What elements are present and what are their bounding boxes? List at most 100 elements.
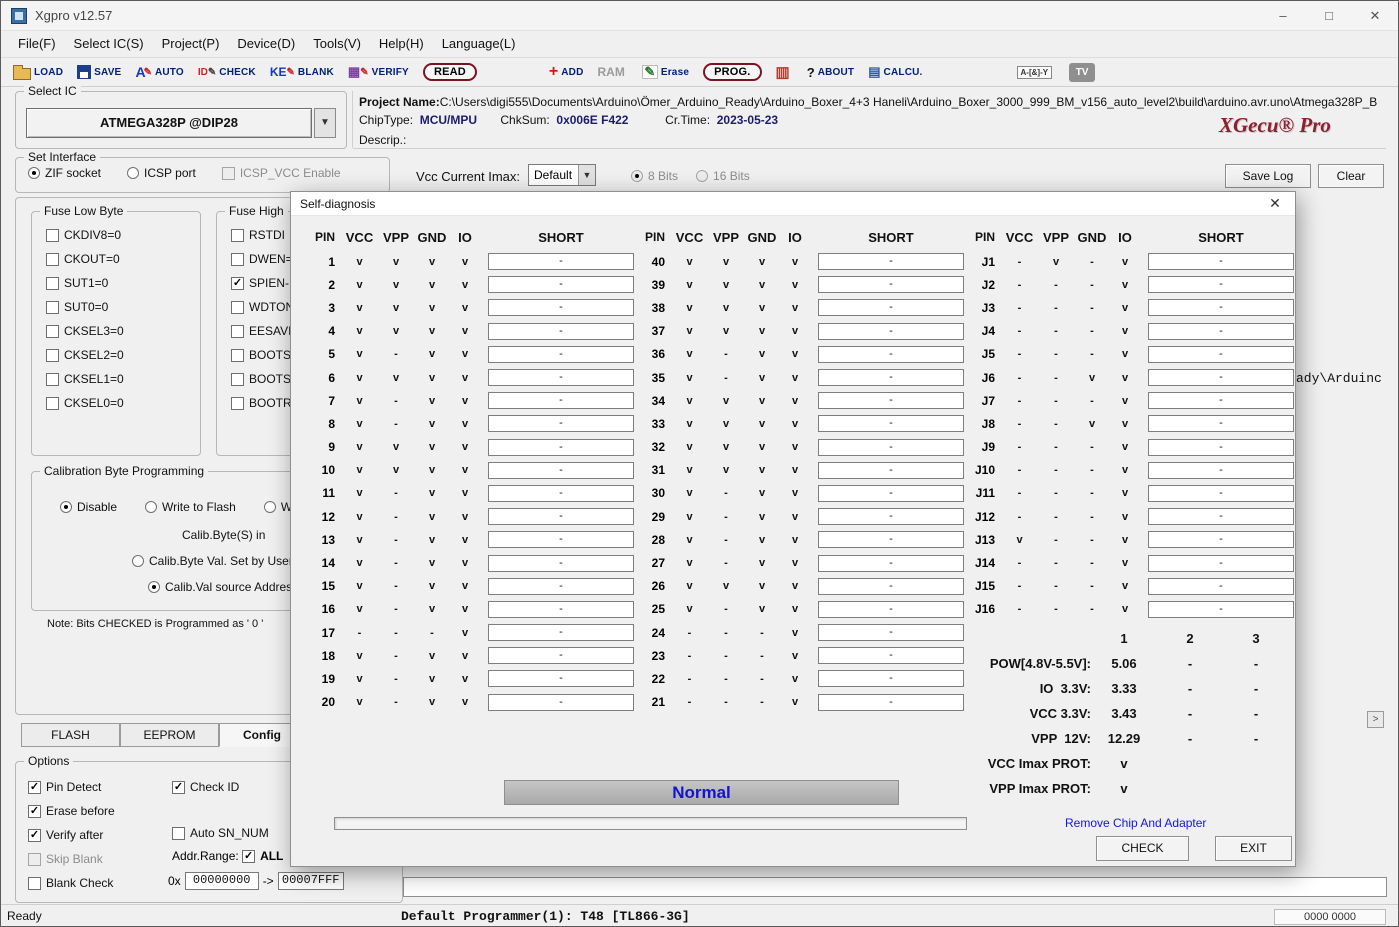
tab-flash[interactable]: FLASH: [21, 723, 120, 747]
short-status-field[interactable]: -: [1148, 392, 1294, 409]
checkbox-dwen[interactable]: DWEN=: [231, 252, 298, 266]
short-status-field[interactable]: -: [818, 624, 964, 641]
checkbox-ckdiv8-0[interactable]: CKDIV8=0: [46, 228, 124, 242]
radio-zif-socket[interactable]: ZIF socket: [28, 166, 101, 180]
short-status-field[interactable]: -: [488, 531, 634, 548]
short-status-field[interactable]: -: [1148, 299, 1294, 316]
radio-disable[interactable]: Disable: [60, 500, 117, 514]
short-status-field[interactable]: -: [818, 392, 964, 409]
blank-button[interactable]: KEBLANK: [270, 65, 334, 79]
checkbox-cksel1-0[interactable]: CKSEL1=0: [46, 372, 124, 386]
short-status-field[interactable]: -: [488, 439, 634, 456]
checkbox-cksel3-0[interactable]: CKSEL3=0: [46, 324, 124, 338]
checkbox-blank-check[interactable]: Blank Check: [28, 876, 115, 890]
short-status-field[interactable]: -: [488, 670, 634, 687]
verify-button[interactable]: ▦VERIFY: [348, 64, 409, 80]
logic-button[interactable]: A-[&]-Y: [1017, 66, 1056, 79]
short-status-field[interactable]: -: [1148, 369, 1294, 386]
checkbox-ckout-0[interactable]: CKOUT=0: [46, 252, 124, 266]
short-status-field[interactable]: -: [488, 555, 634, 572]
short-status-field[interactable]: -: [818, 369, 964, 386]
short-status-field[interactable]: -: [818, 670, 964, 687]
remove-chip-link[interactable]: Remove Chip And Adapter: [1065, 816, 1206, 830]
selected-chip-button[interactable]: ATMEGA328P @DIP28: [26, 108, 312, 138]
short-status-field[interactable]: -: [488, 485, 634, 502]
short-status-field[interactable]: -: [488, 276, 634, 293]
radio-calib-val-source-address[interactable]: Calib.Val source Address :: [148, 580, 305, 594]
save-button[interactable]: SAVE: [77, 65, 121, 79]
read-button[interactable]: READ: [423, 63, 477, 81]
short-status-field[interactable]: -: [1148, 485, 1294, 502]
menu-item-project-p[interactable]: Project(P): [153, 31, 229, 57]
menu-item-language-l[interactable]: Language(L): [433, 31, 525, 57]
checkbox-verify-after[interactable]: Verify after: [28, 828, 115, 842]
short-status-field[interactable]: -: [1148, 578, 1294, 595]
ram-button[interactable]: RAMRAM: [598, 65, 628, 79]
short-status-field[interactable]: -: [818, 415, 964, 432]
short-status-field[interactable]: -: [818, 346, 964, 363]
short-status-field[interactable]: -: [1148, 601, 1294, 618]
menu-item-file-f[interactable]: File(F): [9, 31, 65, 57]
short-status-field[interactable]: -: [818, 555, 964, 572]
prog-button[interactable]: PROG.: [703, 63, 761, 81]
radio-write-to-flash[interactable]: Write to Flash: [145, 500, 236, 514]
addr-all-checkbox[interactable]: [242, 850, 255, 863]
checkbox-sut1-0[interactable]: SUT1=0: [46, 276, 124, 290]
short-status-field[interactable]: -: [1148, 531, 1294, 548]
auto-button[interactable]: AAUTO: [135, 64, 183, 80]
checkbox-boots[interactable]: BOOTS: [231, 348, 298, 362]
clear-button[interactable]: Clear: [1318, 164, 1384, 188]
short-status-field[interactable]: -: [1148, 462, 1294, 479]
short-status-field[interactable]: -: [488, 392, 634, 409]
short-status-field[interactable]: -: [488, 694, 634, 711]
short-status-field[interactable]: -: [488, 508, 634, 525]
short-status-field[interactable]: -: [488, 415, 634, 432]
checkbox-erase-before[interactable]: Erase before: [28, 804, 115, 818]
load-button[interactable]: LOAD: [13, 65, 63, 80]
short-status-field[interactable]: -: [488, 299, 634, 316]
short-status-field[interactable]: -: [1148, 508, 1294, 525]
short-status-field[interactable]: -: [818, 647, 964, 664]
short-status-field[interactable]: -: [818, 485, 964, 502]
save-log-button[interactable]: Save Log: [1225, 164, 1311, 188]
short-status-field[interactable]: -: [488, 462, 634, 479]
checkbox-wdton[interactable]: WDTON-: [231, 300, 298, 314]
short-status-field[interactable]: -: [1148, 415, 1294, 432]
tab-eeprom[interactable]: EEPROM: [120, 723, 219, 747]
menu-item-device-d[interactable]: Device(D): [228, 31, 304, 57]
check-button[interactable]: IDCHECK: [198, 67, 256, 78]
short-status-field[interactable]: -: [488, 647, 634, 664]
about-button[interactable]: ?ABOUT: [807, 65, 855, 80]
check-button[interactable]: CHECK: [1096, 836, 1189, 861]
short-status-field[interactable]: -: [818, 276, 964, 293]
radio-16-bits[interactable]: 16 Bits: [696, 169, 750, 183]
radio-icsp-port[interactable]: ICSP port: [127, 166, 196, 180]
tv-button[interactable]: TVTV: [1069, 63, 1098, 82]
calcu-button[interactable]: ▤CALCU.: [868, 64, 922, 80]
checkbox-auto-sn-num[interactable]: Auto SN_NUM: [172, 826, 269, 840]
short-status-field[interactable]: -: [1148, 439, 1294, 456]
exit-button[interactable]: EXIT: [1215, 836, 1292, 861]
short-status-field[interactable]: -: [818, 299, 964, 316]
short-status-field[interactable]: -: [1148, 276, 1294, 293]
short-status-field[interactable]: -: [488, 601, 634, 618]
addr-to-field[interactable]: 00007FFF: [278, 872, 344, 890]
checkbox-sut0-0[interactable]: SUT0=0: [46, 300, 124, 314]
short-status-field[interactable]: -: [818, 439, 964, 456]
checkbox-icsp-vcc-enable[interactable]: ICSP_VCC Enable: [222, 166, 341, 180]
short-status-field[interactable]: -: [1148, 346, 1294, 363]
checkbox-eesavi[interactable]: EESAVI: [231, 324, 298, 338]
short-status-field[interactable]: -: [488, 369, 634, 386]
radio-8-bits[interactable]: 8 Bits: [631, 169, 678, 183]
checkbox-spien[interactable]: SPIEN-: [231, 276, 298, 290]
short-status-field[interactable]: -: [488, 253, 634, 270]
menu-item-help-h[interactable]: Help(H): [370, 31, 433, 57]
vcc-imax-select[interactable]: Default ▼: [528, 164, 596, 186]
short-status-field[interactable]: -: [818, 462, 964, 479]
short-status-field[interactable]: -: [1148, 323, 1294, 340]
menu-item-select-ic-s[interactable]: Select IC(S): [65, 31, 153, 57]
erase-button[interactable]: ✎Erase: [642, 65, 689, 79]
checkbox-boots[interactable]: BOOTS: [231, 372, 298, 386]
chip-dropdown-button[interactable]: ▼: [314, 108, 336, 138]
close-button[interactable]: ✕: [1352, 1, 1398, 31]
